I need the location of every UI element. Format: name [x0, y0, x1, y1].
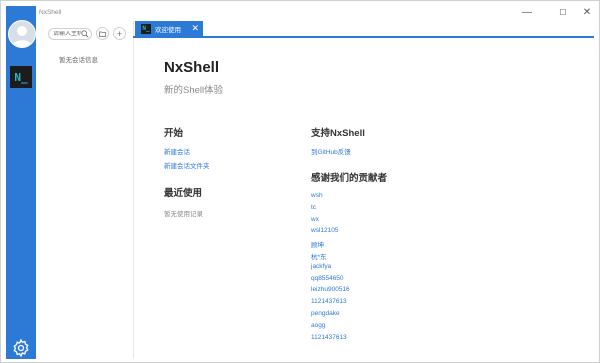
welcome-page: NxShell 新的Shell体验 开始 新建会话 新建会话文件夹 最近使用 暂…	[134, 38, 594, 357]
contributor-list: wsh tc wx wsl12105 顾坤 杭*东 jackfya qq8554…	[311, 192, 350, 345]
open-folder-button[interactable]	[96, 27, 109, 40]
thanks-heading: 感谢我们的贡献者	[311, 173, 388, 184]
plus-icon: +	[116, 28, 123, 39]
tab-close-icon[interactable]: ✕	[191, 23, 199, 34]
contributor-link[interactable]: wx	[311, 216, 350, 228]
contributor-link[interactable]: 杭*东	[311, 251, 350, 263]
close-button[interactable]: ✕	[576, 3, 598, 21]
contributor-link[interactable]: wsh	[311, 192, 350, 204]
maximize-button[interactable]: ☐	[552, 3, 574, 21]
github-feedback-link[interactable]: 到GitHub反馈	[311, 146, 351, 156]
contributor-link[interactable]: aogg	[311, 322, 350, 334]
support-heading: 支持NxShell	[311, 128, 365, 139]
session-sidebar: + 暂无会话信息	[36, 21, 134, 359]
title-bar[interactable]: NxShell — ☐ ✕	[1, 1, 599, 21]
tab-welcome[interactable]: N_ 欢迎使用 ✕	[135, 21, 203, 36]
host-search-box[interactable]	[48, 28, 92, 40]
contributor-link[interactable]: leizhu900516	[311, 286, 350, 298]
new-session-link[interactable]: 新建会话	[164, 146, 190, 156]
search-icon[interactable]	[81, 30, 89, 40]
contributor-link[interactable]: pengdake	[311, 310, 350, 322]
tab-logo-icon: N_	[141, 23, 151, 34]
avatar-icon[interactable]	[8, 20, 36, 48]
contributor-link[interactable]: jackfya	[311, 263, 350, 275]
recent-heading: 最近使用	[164, 188, 203, 199]
no-session-text: 暂无会话信息	[59, 57, 98, 64]
no-recent-text: 暂无使用记录	[164, 211, 203, 218]
folder-icon	[99, 31, 106, 37]
app-title: NxShell	[39, 9, 62, 16]
tab-label: 欢迎使用	[155, 26, 181, 34]
add-session-button[interactable]: +	[113, 27, 126, 40]
app-window: NxShell — ☐ ✕ N_ +	[0, 0, 600, 363]
contributor-link[interactable]: 1121437613	[311, 298, 350, 310]
left-nav-bar: N_	[6, 6, 36, 359]
gear-icon[interactable]	[11, 338, 31, 358]
page-subtitle: 新的Shell体验	[164, 85, 224, 96]
minimize-button[interactable]: —	[516, 3, 538, 21]
contributor-link[interactable]: 1121437613	[311, 334, 350, 346]
page-title: NxShell	[164, 59, 220, 76]
contributor-link[interactable]: 顾坤	[311, 239, 350, 251]
contributor-link[interactable]: tc	[311, 204, 350, 216]
contributor-link[interactable]: wsl12105	[311, 227, 350, 239]
start-heading: 开始	[164, 128, 184, 139]
new-session-folder-link[interactable]: 新建会话文件夹	[164, 160, 210, 170]
host-search-input[interactable]	[53, 31, 81, 37]
app-logo-icon[interactable]: N_	[10, 66, 32, 88]
contributor-link[interactable]: qq8554650	[311, 275, 350, 287]
tab-bar: N_ 欢迎使用 ✕	[133, 21, 594, 38]
